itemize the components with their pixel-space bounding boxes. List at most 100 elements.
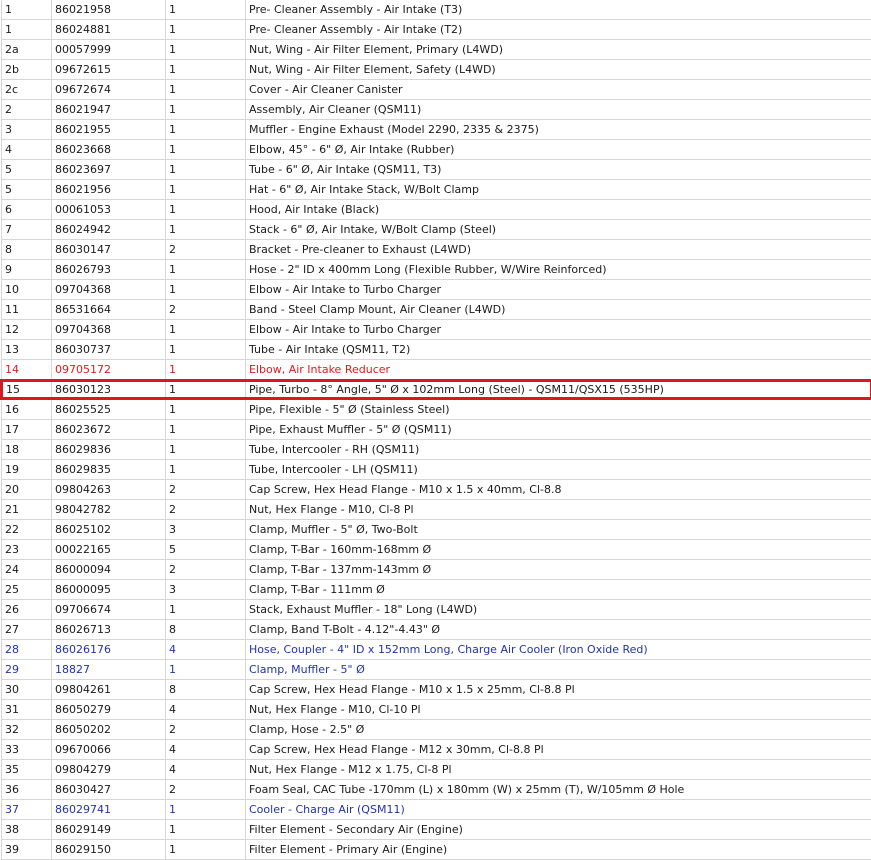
ref-number-cell: 5 (1, 179, 52, 200)
table-row[interactable]: 31 86050279 4 Nut, Hex Flange - M10, Cl-10 … (1, 699, 871, 720)
ref-number-cell: 2 (1, 99, 52, 120)
table-row[interactable]: 4 86023668 1 Elbow, 45° - 6" Ø, Air Intake … (1, 139, 871, 160)
table-row[interactable]: 8 86030147 2 Bracket - Pre-cleaner to Exhau… (1, 239, 871, 260)
table-row[interactable]: 5 86021956 1 Hat - 6" Ø, Air Intake Stack, … (1, 179, 871, 200)
table-row[interactable]: 2b 09672615 1 Nut, Wing - Air Filter Elemen… (1, 59, 871, 80)
part-number-cell: 86050202 (51, 719, 166, 740)
table-row[interactable]: 9 86026793 1 Hose - 2" ID x 400mm Long (Fle… (1, 259, 871, 280)
table-row[interactable]: 7 86024942 1 Stack - 6" Ø, Air Intake, W/Bo… (1, 219, 871, 240)
table-row[interactable]: 6 00061053 1 Hood, Air Intake (Black) (1, 199, 871, 220)
description-cell: Tube - 6" Ø, Air Intake (QSM11, T3) (245, 159, 871, 180)
quantity-cell: 1 (165, 319, 246, 340)
quantity-cell: 3 (165, 579, 246, 600)
quantity-cell: 5 (165, 539, 246, 560)
ref-number-cell: 28 (1, 639, 52, 660)
description-cell: Tube, Intercooler - RH (QSM11) (245, 439, 871, 460)
quantity-cell: 1 (165, 398, 246, 420)
table-row[interactable]: 26 09706674 1 Stack, Exhaust Muffler - 18" … (1, 599, 871, 620)
table-row[interactable]: 37 86029741 1 Cooler - Charge Air (QSM11) (1, 799, 871, 820)
ref-number-cell: 29 (1, 659, 52, 680)
quantity-cell: 1 (165, 819, 246, 840)
table-row[interactable]: 11 86531664 2 Band - Steel Clamp Mount, Air… (1, 299, 871, 320)
table-row[interactable]: 1 86021958 1 Pre- Cleaner Assembly - Air In… (1, 0, 871, 20)
description-cell: Nut, Hex Flange - M10, Cl-8 Pl (245, 499, 871, 520)
table-row[interactable]: 29 18827 1 Clamp, Muffler - 5" Ø (1, 659, 871, 680)
part-number-cell: 86026793 (51, 259, 166, 280)
ref-number-cell: 1 (1, 19, 52, 40)
table-row[interactable]: 17 86023672 1 Pipe, Exhaust Muffler - 5" Ø … (1, 419, 871, 440)
table-row[interactable]: 10 09704368 1 Elbow - Air Intake to Turbo C… (1, 279, 871, 300)
quantity-cell: 2 (165, 779, 246, 800)
description-cell: Clamp, Muffler - 5" Ø (245, 659, 871, 680)
part-number-cell: 86023672 (51, 419, 166, 440)
ref-number-cell: 25 (1, 579, 52, 600)
table-row[interactable]: 2a 00057999 1 Nut, Wing - Air Filter Elemen… (1, 39, 871, 60)
table-row[interactable]: 33 09670066 4 Cap Screw, Hex Head Flange - … (1, 739, 871, 760)
description-cell: Elbow, 45° - 6" Ø, Air Intake (Rubber) (245, 139, 871, 160)
table-row[interactable]: 39 86029150 1 Filter Element - Primary Air … (1, 839, 871, 860)
description-cell: Bracket - Pre-cleaner to Exhaust (L4WD) (245, 239, 871, 260)
table-row[interactable]: 32 86050202 2 Clamp, Hose - 2.5" Ø (1, 719, 871, 740)
part-number-cell: 09672674 (51, 79, 166, 100)
ref-number-cell: 2c (1, 79, 52, 100)
table-row[interactable]: 35 09804279 4 Nut, Hex Flange - M12 x 1.75,… (1, 759, 871, 780)
table-row[interactable]: 21 98042782 2 Nut, Hex Flange - M10, Cl-8 P… (1, 499, 871, 520)
table-row[interactable]: 16 86025525 1 Pipe, Flexible - 5" Ø (Stainl… (1, 398, 871, 420)
ref-number-cell: 23 (1, 539, 52, 560)
part-number-cell: 86024881 (51, 19, 166, 40)
table-row[interactable]: 25 86000095 3 Clamp, T-Bar - 111mm Ø (1, 579, 871, 600)
table-row[interactable]: 36 86030427 2 Foam Seal, CAC Tube -170mm (L… (1, 779, 871, 800)
ref-number-cell: 16 (1, 398, 52, 420)
part-number-cell: 86021958 (51, 0, 166, 20)
ref-number-cell: 7 (1, 219, 52, 240)
part-number-cell: 98042782 (51, 499, 166, 520)
quantity-cell: 1 (165, 799, 246, 820)
table-row[interactable]: 5 86023697 1 Tube - 6" Ø, Air Intake (QSM11… (1, 159, 871, 180)
description-cell: Cap Screw, Hex Head Flange - M10 x 1.5 x… (245, 479, 871, 500)
table-row[interactable]: 18 86029836 1 Tube, Intercooler - RH (QSM11… (1, 439, 871, 460)
quantity-cell: 1 (165, 179, 246, 200)
quantity-cell: 1 (165, 379, 246, 400)
part-number-cell: 86029150 (51, 839, 166, 860)
part-number-cell: 86030123 (51, 379, 166, 400)
table-row[interactable]: 30 09804261 8 Cap Screw, Hex Head Flange - … (1, 679, 871, 700)
table-row[interactable]: 2 86021947 1 Assembly, Air Cleaner (QSM11) (1, 99, 871, 120)
ref-number-cell: 20 (1, 479, 52, 500)
description-cell: Stack - 6" Ø, Air Intake, W/Bolt Clamp (… (245, 219, 871, 240)
part-number-cell: 09804279 (51, 759, 166, 780)
part-number-cell: 86029149 (51, 819, 166, 840)
description-cell: Muffler - Engine Exhaust (Model 2290, 23… (245, 119, 871, 140)
part-number-cell: 09704368 (51, 279, 166, 300)
quantity-cell: 1 (165, 79, 246, 100)
part-number-cell: 86021947 (51, 99, 166, 120)
table-row[interactable]: 23 00022165 5 Clamp, T-Bar - 160mm-168mm Ø (1, 539, 871, 560)
description-cell: Tube - Air Intake (QSM11, T2) (245, 339, 871, 360)
table-row-selected[interactable]: 15 86030123 1 Pipe, Turbo - 8° Angle, 5" Ø … (0, 379, 871, 400)
table-row[interactable]: 27 86026713 8 Clamp, Band T-Bolt - 4.12"-4.… (1, 619, 871, 640)
table-row[interactable]: 22 86025102 3 Clamp, Muffler - 5" Ø, Two-Bo… (1, 519, 871, 540)
table-row[interactable]: 28 86026176 4 Hose, Coupler - 4" ID x 152mm… (1, 639, 871, 660)
table-row[interactable]: 38 86029149 1 Filter Element - Secondary Ai… (1, 819, 871, 840)
ref-number-cell: 39 (1, 839, 52, 860)
table-row[interactable]: 20 09804263 2 Cap Screw, Hex Head Flange - … (1, 479, 871, 500)
ref-number-cell: 2a (1, 39, 52, 60)
quantity-cell: 2 (165, 299, 246, 320)
ref-number-cell: 17 (1, 419, 52, 440)
table-row[interactable]: 19 86029835 1 Tube, Intercooler - LH (QSM11… (1, 459, 871, 480)
table-row[interactable]: 3 86021955 1 Muffler - Engine Exhaust (Mode… (1, 119, 871, 140)
ref-number-cell: 35 (1, 759, 52, 780)
ref-number-cell: 22 (1, 519, 52, 540)
description-cell: Clamp, Muffler - 5" Ø, Two-Bolt (245, 519, 871, 540)
part-number-cell: 86024942 (51, 219, 166, 240)
quantity-cell: 1 (165, 0, 246, 20)
table-row[interactable]: 12 09704368 1 Elbow - Air Intake to Turbo C… (1, 319, 871, 340)
quantity-cell: 1 (165, 219, 246, 240)
table-row[interactable]: 24 86000094 2 Clamp, T-Bar - 137mm-143mm Ø (1, 559, 871, 580)
table-row[interactable]: 14 09705172 1 Elbow, Air Intake Reducer (1, 359, 871, 381)
quantity-cell: 1 (165, 839, 246, 860)
ref-number-cell: 10 (1, 279, 52, 300)
table-row[interactable]: 13 86030737 1 Tube - Air Intake (QSM11, T2) (1, 339, 871, 360)
part-number-cell: 09670066 (51, 739, 166, 760)
table-row[interactable]: 2c 09672674 1 Cover - Air Cleaner Canister (1, 79, 871, 100)
table-row[interactable]: 1 86024881 1 Pre- Cleaner Assembly - Air In… (1, 19, 871, 40)
